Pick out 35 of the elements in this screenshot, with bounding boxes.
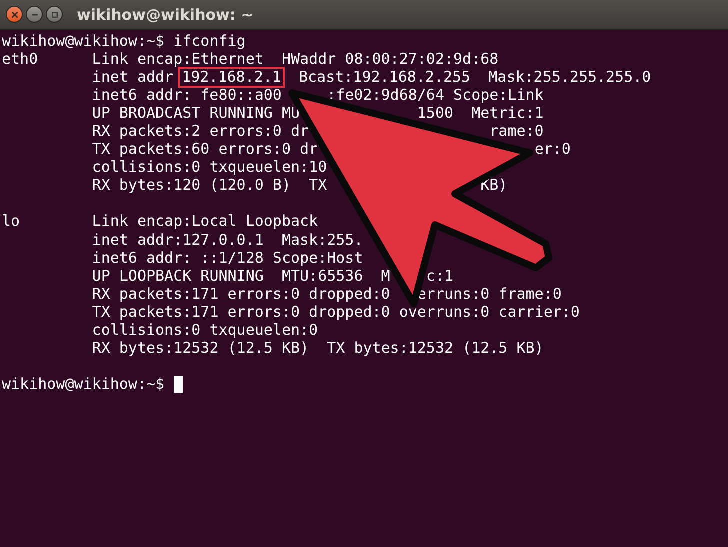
output-text: rame:0 (490, 124, 544, 140)
output-text: c:1 (426, 268, 454, 284)
output-text: RX bytes:120 (120.0 B) TX (92, 178, 328, 194)
output-text: inet6 addr: (92, 88, 192, 103)
output-text: collisions:0 txqueuelen:10 (92, 160, 328, 176)
output-text: Link encap:Ethernet HWaddr 08:00:27:02:9d:68 (92, 52, 499, 67)
output-text: inet6 addr: ::1/128 Scope:Host (92, 250, 364, 266)
output-text: Link encap:Local Loopback (92, 214, 318, 230)
command-text: ifconfig (174, 34, 246, 49)
close-button[interactable] (6, 6, 23, 23)
output-text: erruns:0 frame:0 (417, 286, 562, 302)
output-text: collisions:0 txqueuelen:0 (92, 323, 318, 338)
output-text: 1500 Metric:1 (417, 106, 544, 121)
output-text: Bcast:192.168.2.255 Mask:255.255.255.0 (298, 70, 652, 85)
output-text: TX packets:60 errors:0 dr (92, 142, 318, 158)
maximize-button[interactable] (46, 6, 63, 23)
output-text: inet addr:127.0.0.1 Mask:255. (92, 232, 364, 248)
window-title: wikihow@wikihow: ~ (77, 6, 254, 24)
output-text: TX packets:171 errors:0 dropped:0 overruns:0 carrier:0 (92, 304, 580, 320)
interface-name: eth0 (2, 52, 38, 67)
output-text: er:0 (534, 142, 571, 158)
close-icon (10, 10, 18, 18)
minimize-button[interactable] (26, 6, 43, 23)
output-text: inet addr (92, 70, 174, 85)
highlighted-text: 192.168.2.1 (178, 66, 286, 88)
output-text: RX bytes:12532 (12.5 KB) TX bytes:12532 (12.5 KB) (92, 341, 544, 356)
output-text: RX packets:171 errors:0 dropped:0 (92, 286, 390, 302)
output-text: UP LOOPBACK RUNNING MTU:65536 M (92, 268, 390, 284)
interface-name: lo (2, 214, 20, 230)
prompt-text: wikihow@wikihow:~$ (2, 377, 165, 392)
prompt-text: wikihow@wikihow:~$ (2, 34, 165, 49)
output-text: fe80::a00 (200, 88, 282, 103)
output-text: :fe02:9d68/64 Scope:Link (327, 88, 544, 103)
maximize-icon (50, 10, 58, 18)
output-text: RX packets:2 errors:0 dr (92, 124, 310, 140)
